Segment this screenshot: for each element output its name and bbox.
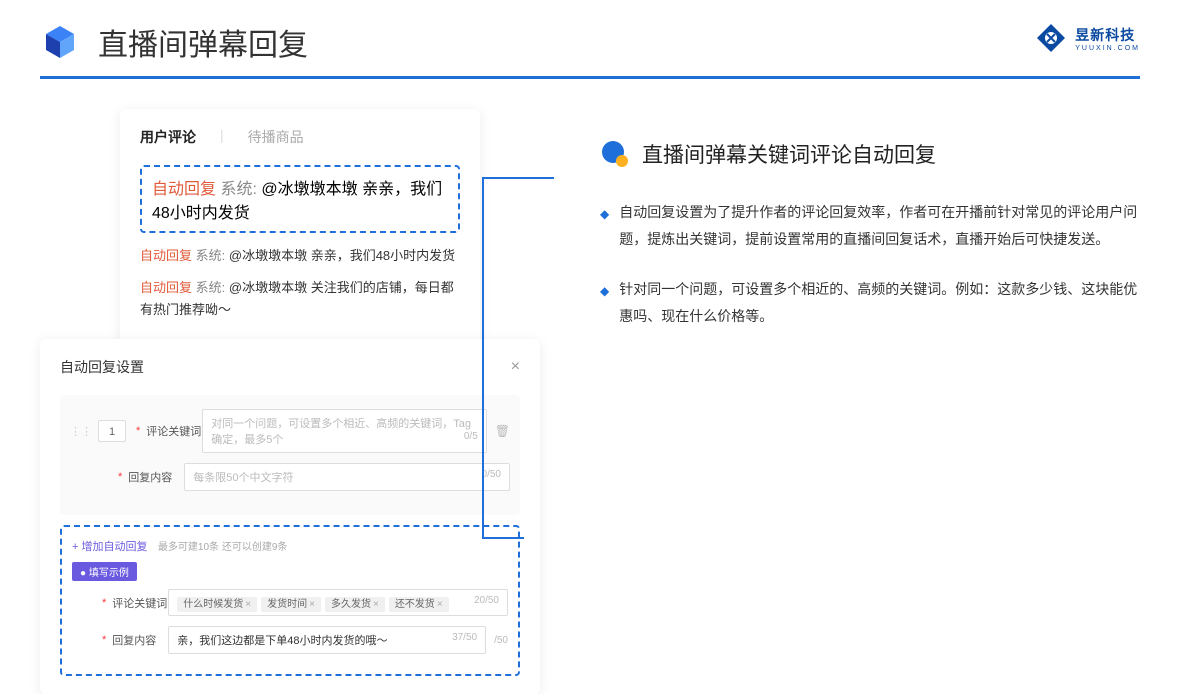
tab-products[interactable]: 待播商品 [248,127,304,147]
logo-en: YUUXIN.COM [1075,45,1140,52]
delete-icon[interactable]: 🗑 [495,424,510,438]
index-box: 1 [98,420,126,442]
content-input[interactable]: 每条限50个中文字符 0/50 [184,463,510,491]
logo-cn: 昱新科技 [1075,25,1140,45]
settings-card: 自动回复设置 × ⋮⋮ 1 * 评论关键词 对同一个问题，可设置多个相近、高频的… [40,339,540,694]
keyword-input[interactable]: 对同一个问题，可设置多个相近、高频的关键词，Tag确定，最多5个 0/5 [202,409,486,453]
example-keyword-input[interactable]: 什么时候发货×发货时间×多久发货×还不发货× 20/50 [168,589,508,616]
comment-row: 自动回复 系统: @冰墩墩本墩 关注我们的店铺，每日都有热门推荐呦～ [140,277,460,321]
diamond-bullet-icon: ◆ [600,280,609,329]
example-box: + 增加自动回复 最多可建10条 还可以创建9条 ● 填写示例 * 评论关键词 … [60,525,520,676]
keyword-tag[interactable]: 什么时候发货× [177,597,257,612]
bullet-text: 自动回复设置为了提升作者的评论回复效率，作者可在开播前针对常见的评论用户问题，提… [619,199,1140,252]
brand-logo: 昱新科技 YUUXIN.COM [1035,22,1140,54]
example-badge: ● 填写示例 [72,562,137,581]
tab-comments[interactable]: 用户评论 [140,127,196,147]
drag-icon[interactable]: ⋮⋮ [70,425,92,438]
comment-row: 自动回复 系统: @冰墩墩本墩 亲亲，我们48小时内发货 [140,245,460,267]
keyword-tag[interactable]: 还不发货× [389,597,449,612]
highlighted-comment: 自动回复 系统: @冰墩墩本墩 亲亲，我们48小时内发货 [140,165,460,233]
cube-icon [40,22,80,62]
keyword-tag[interactable]: 多久发货× [325,597,385,612]
example-content-input[interactable]: 亲，我们这边都是下单48小时内发货的哦～ 37/50 [168,626,486,654]
chat-bubble-icon [600,139,630,169]
bullet-text: 针对同一个问题，可设置多个相近的、高频的关键词。例如：这款多少钱、这块能优惠吗、… [619,276,1140,329]
comments-card: 用户评论 | 待播商品 自动回复 系统: @冰墩墩本墩 亲亲，我们48小时内发货… [120,109,480,349]
auto-reply-badge: 自动回复 [152,181,216,198]
diamond-bullet-icon: ◆ [600,203,609,252]
keyword-tag[interactable]: 发货时间× [261,597,321,612]
add-reply-link[interactable]: + 增加自动回复 [72,538,147,554]
section-title: 直播间弹幕关键词评论自动回复 [642,139,936,169]
close-icon[interactable]: × [511,358,520,376]
settings-title: 自动回复设置 [60,357,144,377]
page-title: 直播间弹幕回复 [98,20,308,64]
